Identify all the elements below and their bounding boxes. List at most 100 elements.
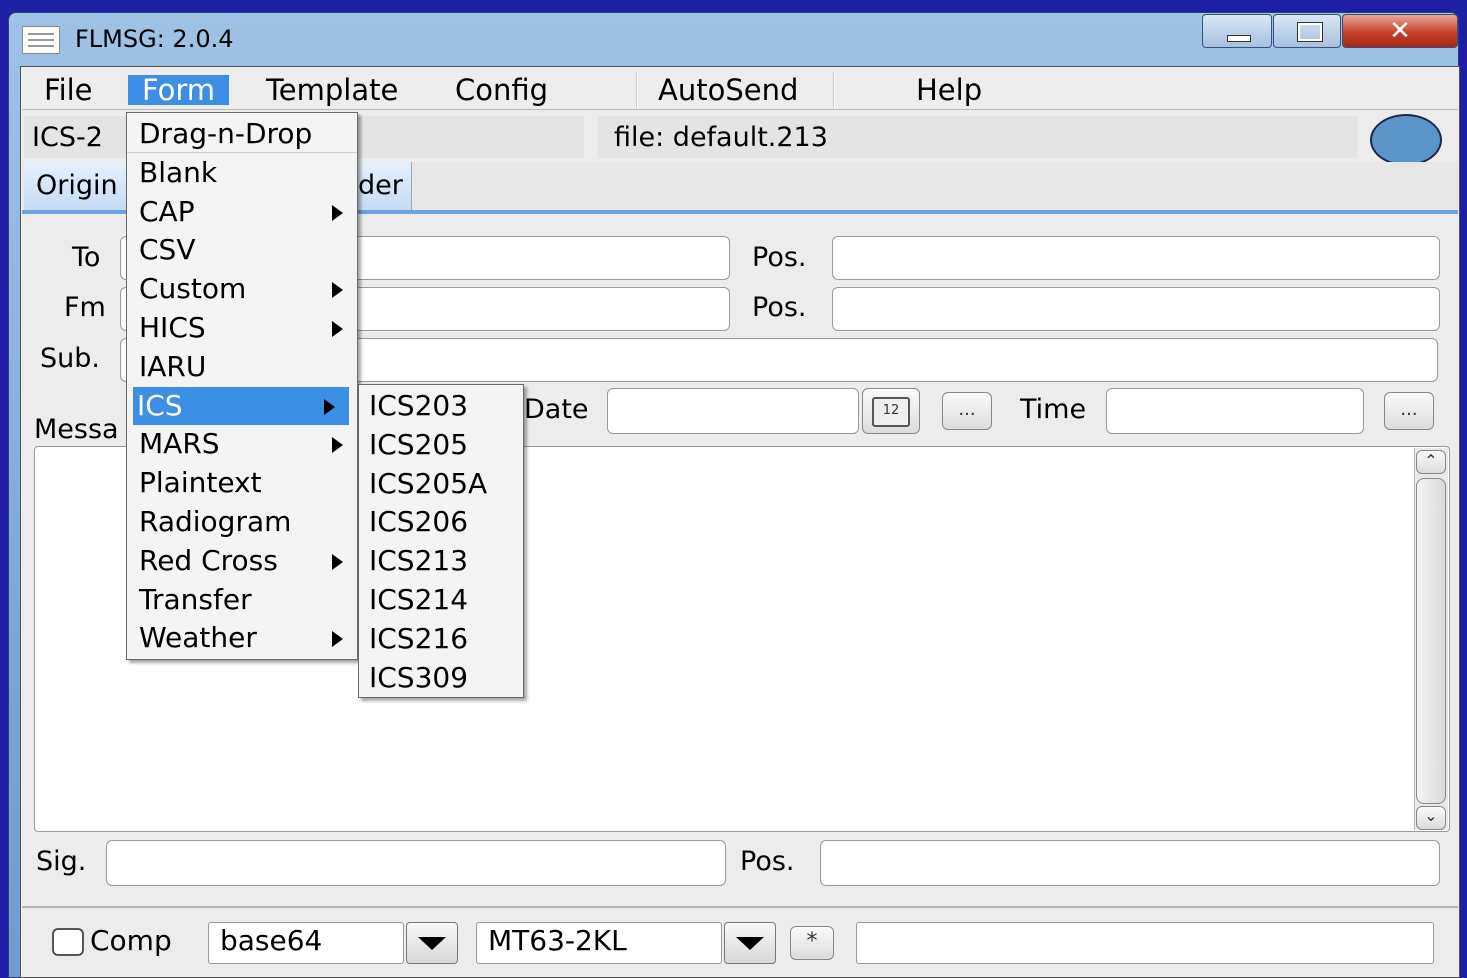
mode-dropdown-button[interactable] (724, 922, 776, 964)
to-label: To (72, 242, 101, 273)
to-pos-label: Pos. (752, 242, 807, 273)
form-menu-item-drag-n-drop[interactable]: Drag-n-Drop (127, 115, 357, 153)
menu-item-label: Blank (139, 155, 218, 189)
fm-label: Fm (64, 292, 106, 323)
menu-template[interactable]: Template (252, 70, 412, 108)
submenu-arrow-icon (332, 321, 343, 337)
form-menu-item-blank[interactable]: Blank (127, 154, 357, 192)
menu-item-label: ICS216 (369, 621, 469, 655)
menu-item-label: ICS213 (369, 544, 469, 578)
form-menu-item-cap[interactable]: CAP (127, 193, 357, 231)
tab-originator-label: Origin (36, 170, 118, 201)
chevron-up-icon: ⌃ (1424, 451, 1438, 470)
ics-submenu-item-ics205a[interactable]: ICS205A (359, 465, 523, 503)
encoding-dropdown-button[interactable] (406, 922, 458, 964)
ics-submenu-item-ics213[interactable]: ICS213 (359, 542, 523, 580)
menu-item-label: ICS205 (369, 427, 469, 461)
menu-item-label: Custom (139, 272, 247, 306)
message-label: Messa (34, 414, 119, 445)
date-now-button[interactable]: ... (942, 392, 992, 430)
calendar-icon: 12 (872, 397, 910, 427)
menu-item-label: ICS206 (369, 505, 469, 539)
menu-item-label: Plaintext (139, 466, 262, 500)
menu-item-label: ICS (137, 388, 183, 422)
star-button[interactable]: * (790, 926, 834, 960)
ics-submenu-item-ics309[interactable]: ICS309 (359, 659, 523, 697)
menu-item-label: ICS214 (369, 583, 469, 616)
encoding-value: base64 (220, 924, 323, 957)
status-field (856, 922, 1434, 964)
ics-submenu-item-ics216[interactable]: ICS216 (359, 620, 523, 658)
sig-label: Sig. (36, 846, 87, 877)
menu-item-label: ICS203 (369, 389, 469, 422)
submenu-arrow-icon (332, 631, 343, 648)
form-menu-item-custom[interactable]: Custom (127, 270, 357, 308)
close-icon: ✕ (1389, 16, 1411, 46)
menu-item-label: Radiogram (139, 505, 292, 538)
ics-submenu-item-ics214[interactable]: ICS214 (359, 581, 523, 619)
calendar-button[interactable]: 12 (862, 388, 920, 434)
form-menu-item-iaru[interactable]: IARU (127, 348, 357, 386)
form-menu-item-red-cross[interactable]: Red Cross (127, 542, 357, 580)
fm-pos-label: Pos. (752, 292, 807, 323)
form-menu-item-ics[interactable]: ICS (133, 386, 349, 425)
status-indicator (1370, 114, 1442, 166)
menu-item-label: ICS205A (369, 466, 488, 500)
ics-submenu-item-ics205[interactable]: ICS205 (359, 426, 523, 464)
menubar-divider (636, 72, 638, 108)
maximize-button[interactable] (1273, 14, 1341, 48)
scroll-down-button[interactable]: ⌄ (1416, 806, 1446, 830)
submenu-arrow-icon (332, 282, 343, 299)
menu-autosend[interactable]: AutoSend (644, 70, 812, 108)
form-menu-item-plaintext[interactable]: Plaintext (127, 464, 357, 502)
time-label: Time (1020, 394, 1087, 425)
submenu-arrow-icon (324, 398, 335, 415)
date-label: Date (524, 394, 589, 425)
menu-config[interactable]: Config (441, 70, 562, 108)
menu-item-label: CAP (139, 194, 195, 228)
menu-item-label: Weather (139, 621, 257, 655)
menu-item-label: MARS (139, 427, 220, 461)
ics-submenu: ICS203 ICS205 ICS205A ICS206 ICS213 ICS214 ICS… (358, 384, 524, 698)
menu-item-label: Drag-n-Drop (139, 117, 313, 150)
menu-file[interactable]: File (30, 70, 107, 108)
fm-pos-field[interactable] (832, 287, 1440, 331)
menu-item-label: Transfer (139, 582, 252, 616)
form-menu: Drag-n-Drop Blank CAP CSV Custom HICS IARU ICS M… (126, 112, 358, 660)
comp-checkbox[interactable] (52, 928, 84, 956)
sig-pos-label: Pos. (740, 846, 795, 877)
minimize-button[interactable] (1202, 14, 1272, 48)
ics-submenu-item-ics206[interactable]: ICS206 (359, 503, 523, 541)
time-field[interactable] (1106, 388, 1364, 434)
submenu-arrow-icon (332, 553, 343, 570)
menu-help[interactable]: Help (902, 70, 996, 108)
form-menu-item-mars[interactable]: MARS (127, 425, 357, 463)
sig-field[interactable] (106, 840, 726, 886)
menu-item-label: ICS309 (369, 660, 469, 694)
menu-form[interactable]: Form (128, 75, 230, 105)
menu-item-label: CSV (139, 233, 196, 267)
sig-pos-field[interactable] (820, 840, 1440, 886)
mode-value: MT63-2KL (488, 924, 627, 957)
window-title: FLMSG: 2.0.4 (75, 25, 234, 53)
form-menu-item-csv[interactable]: CSV (127, 231, 357, 269)
scroll-up-button[interactable]: ⌃ (1416, 450, 1446, 474)
time-now-button[interactable]: ... (1384, 392, 1434, 430)
form-menu-item-radiogram[interactable]: Radiogram (127, 503, 357, 541)
file-name: file: default.213 (614, 122, 828, 153)
menu-item-label: IARU (139, 349, 207, 383)
menu-item-label: Red Cross (139, 543, 278, 577)
menubar-divider (833, 72, 835, 108)
form-menu-item-hics[interactable]: HICS (127, 309, 357, 347)
scroll-thumb[interactable] (1416, 478, 1446, 804)
close-button[interactable]: ✕ (1342, 14, 1458, 48)
form-menu-item-transfer[interactable]: Transfer (127, 581, 357, 619)
date-field[interactable] (607, 388, 859, 434)
tab-responder-label[interactable]: der (358, 166, 403, 206)
ics-submenu-item-ics203[interactable]: ICS203 (359, 387, 523, 425)
bottom-divider (22, 906, 1458, 908)
comp-label: Comp (90, 924, 172, 957)
form-menu-item-weather[interactable]: Weather (127, 619, 357, 657)
to-pos-field[interactable] (832, 236, 1440, 280)
submenu-arrow-icon (332, 437, 343, 454)
